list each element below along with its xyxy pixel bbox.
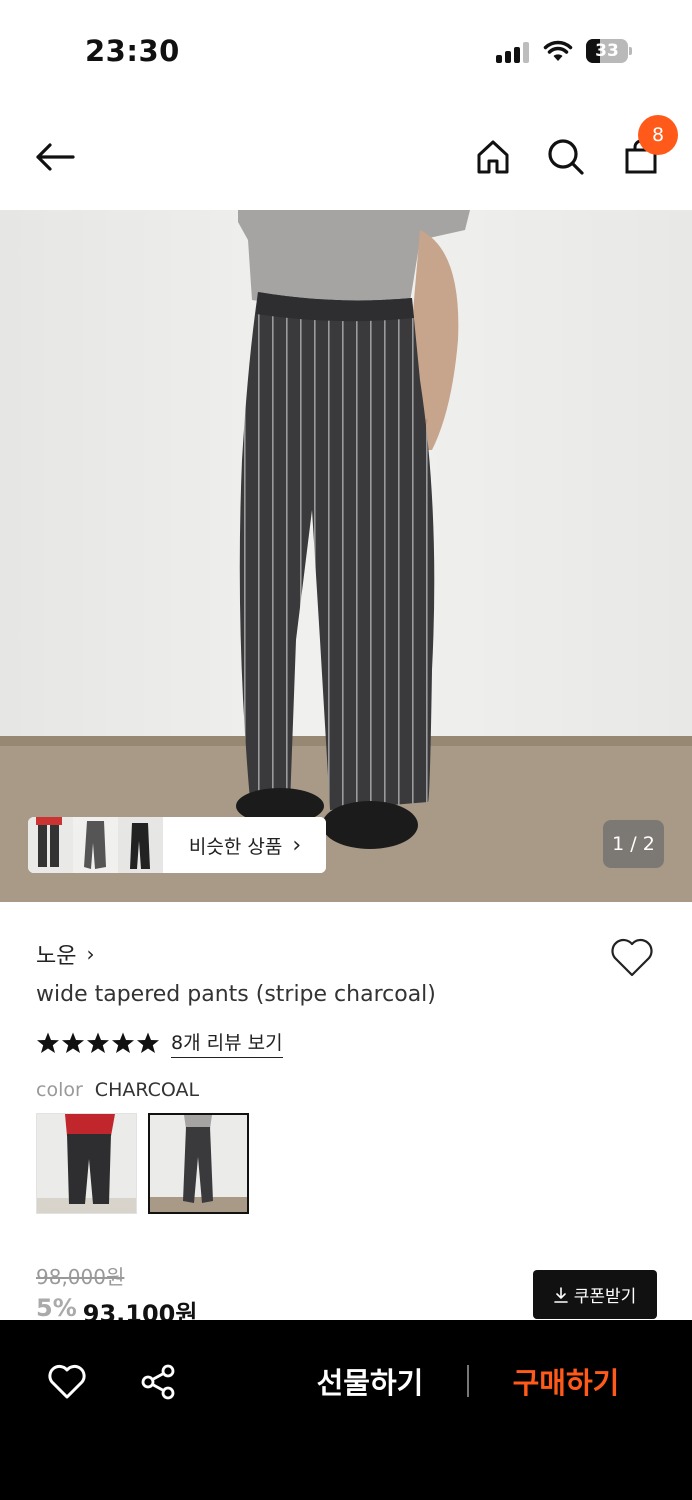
status-time: 23:30: [85, 34, 180, 68]
similar-products-label: 비슷한 상품: [188, 835, 283, 858]
color-row: color CHARCOAL: [36, 1079, 199, 1101]
color-value: CHARCOAL: [94, 1079, 200, 1101]
product-image[interactable]: [0, 210, 692, 902]
star-icon: [137, 1032, 159, 1053]
similar-thumb-1[interactable]: [28, 817, 73, 873]
original-price: 98,000원: [36, 1265, 125, 1289]
star-icon: [37, 1032, 59, 1053]
review-link[interactable]: 8개 리뷰 보기: [171, 1028, 283, 1058]
star-icon: [112, 1032, 134, 1053]
wishlist-heart-icon[interactable]: [45, 1360, 89, 1404]
status-bar: 23:30 33: [0, 0, 692, 100]
color-swatch-1[interactable]: [36, 1113, 137, 1214]
coupon-button[interactable]: 쿠폰받기: [533, 1270, 657, 1319]
battery-icon: 33: [586, 39, 632, 63]
top-nav: [0, 110, 692, 205]
similar-thumb-2[interactable]: [73, 817, 118, 873]
star-icon: [87, 1032, 109, 1053]
battery-level: 33: [595, 41, 619, 61]
similar-thumb-3[interactable]: [118, 817, 163, 873]
product-title: wide tapered pants (stripe charcoal): [36, 982, 436, 1007]
wishlist-heart-icon[interactable]: [609, 935, 655, 979]
star-icon: [62, 1032, 84, 1053]
divider: [467, 1365, 469, 1397]
coupon-label: 쿠폰받기: [573, 1287, 637, 1307]
buy-button[interactable]: 구매하기: [496, 1356, 636, 1410]
rating-stars: [36, 1031, 161, 1055]
bottom-action-bar: 선물하기 구매하기: [0, 1320, 692, 1500]
gift-button[interactable]: 선물하기: [300, 1356, 440, 1410]
rating-row: 8개 리뷰 보기: [36, 1028, 283, 1058]
share-icon[interactable]: [136, 1360, 180, 1404]
chevron-right-icon: ›: [292, 832, 302, 858]
download-icon: [553, 1286, 568, 1303]
back-arrow-icon[interactable]: [30, 132, 80, 182]
search-icon[interactable]: [541, 132, 591, 182]
brand-name: 노운: [36, 944, 77, 969]
brand-link[interactable]: 노운 ›: [36, 938, 94, 970]
home-icon[interactable]: [468, 132, 518, 182]
color-swatch-2-selected[interactable]: [148, 1113, 249, 1214]
image-page-indicator: 1 / 2: [603, 820, 664, 868]
signal-icon: [496, 41, 532, 63]
wifi-icon: [543, 39, 573, 63]
chevron-right-icon: ›: [86, 942, 95, 966]
color-label: color: [36, 1079, 83, 1101]
cart-count-badge: 8: [638, 115, 678, 155]
similar-products-button[interactable]: 비슷한 상품 ›: [164, 817, 326, 873]
